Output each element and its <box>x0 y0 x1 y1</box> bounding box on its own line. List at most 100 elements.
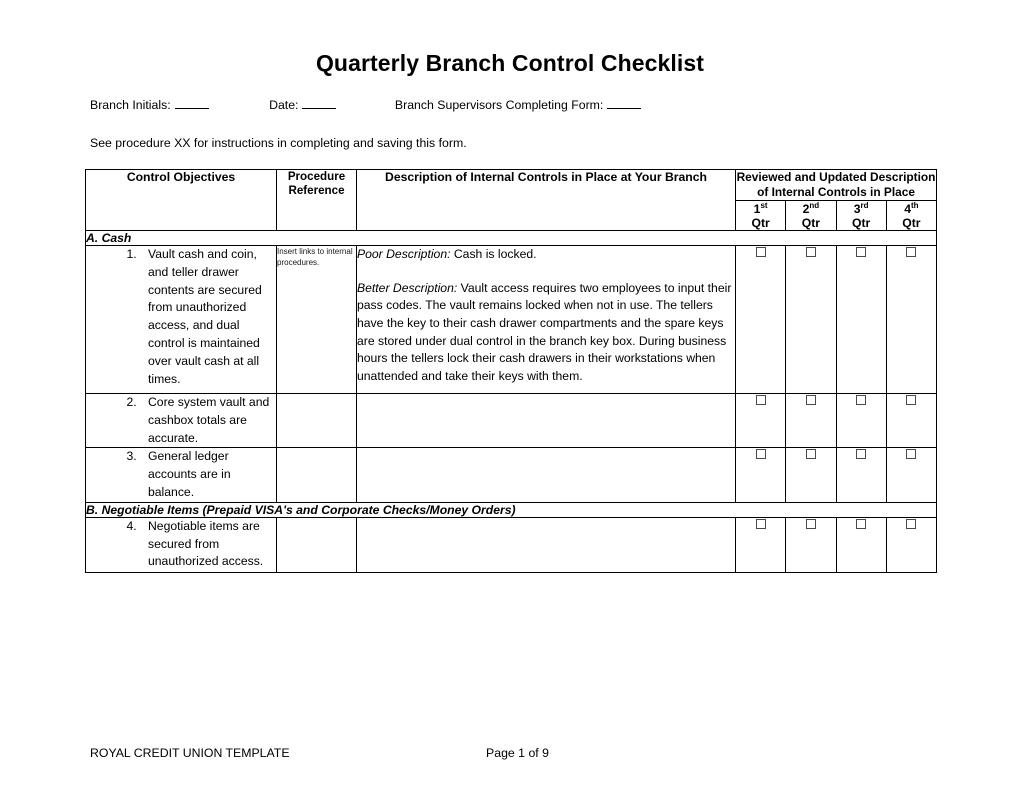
supervisors-group: Branch Supervisors Completing Form: <box>394 97 642 112</box>
poor-description-text: Cash is locked. <box>450 246 537 261</box>
date-input[interactable] <box>302 97 337 109</box>
cell-quarter-2[interactable] <box>785 516 837 573</box>
checkbox-icon[interactable] <box>755 246 766 257</box>
table-row: Negotiable items are secured from unauth… <box>85 516 938 573</box>
description-poor-paragraph: Poor Description: Cash is locked. <box>357 246 735 264</box>
cell-description[interactable] <box>356 392 736 449</box>
cell-quarter-1[interactable] <box>734 392 787 449</box>
cell-description[interactable] <box>356 516 736 573</box>
branch-initials-input[interactable] <box>174 97 209 109</box>
checklist-table: Control Objectives Procedure Reference D… <box>84 169 938 573</box>
cell-quarter-4[interactable] <box>885 516 938 573</box>
cell-procedure-reference[interactable] <box>276 392 357 449</box>
objective-text: Vault cash and coin, and teller drawer c… <box>140 246 276 389</box>
document-page: Quarterly Branch Control Checklist Branc… <box>0 0 1020 788</box>
checkbox-icon[interactable] <box>906 246 917 257</box>
checkbox-icon[interactable] <box>856 449 867 460</box>
cell-description[interactable]: Poor Description: Cash is locked. Better… <box>356 244 736 394</box>
section-row-b: B. Negotiable Items (Prepaid VISA's and … <box>84 501 938 518</box>
cell-quarter-3[interactable] <box>835 516 887 573</box>
cell-procedure-reference[interactable] <box>276 447 357 503</box>
cell-quarter-1[interactable] <box>734 516 787 573</box>
quarter-2-suffix: nd <box>809 200 820 210</box>
instruction-text: See procedure XX for instructions in com… <box>90 136 467 150</box>
cell-quarter-4[interactable] <box>885 244 938 394</box>
quarter-3-ordinal: 3 <box>853 201 861 216</box>
checkbox-icon[interactable] <box>856 246 867 257</box>
date-group: Date: <box>269 97 337 112</box>
checkbox-icon[interactable] <box>755 394 766 405</box>
cell-control-objective: General ledger accounts are in balance. <box>85 447 277 503</box>
checkbox-icon[interactable] <box>805 394 816 405</box>
description-spacer <box>357 264 735 280</box>
cell-quarter-3[interactable] <box>835 392 887 449</box>
table-row: General ledger accounts are in balance. <box>85 447 938 503</box>
cell-quarter-3[interactable] <box>835 244 887 394</box>
form-meta-line: Branch Initials: Date: Branch Supervisor… <box>90 97 950 112</box>
cell-procedure-reference[interactable] <box>276 516 357 573</box>
cell-quarter-2[interactable] <box>785 447 837 503</box>
section-label-b: B. Negotiable Items (Prepaid VISA's and … <box>84 501 938 518</box>
checkbox-icon[interactable] <box>906 394 917 405</box>
quarter-4-unit: Qtr <box>902 215 921 230</box>
cell-control-objective: Negotiable items are secured from unauth… <box>85 516 277 573</box>
header-quarter-3: 3rd Qtr <box>835 199 887 231</box>
checkbox-icon[interactable] <box>755 449 766 460</box>
header-procedure-reference: Procedure Reference <box>276 169 357 231</box>
supervisors-input[interactable] <box>607 97 642 109</box>
poor-description-label: Poor Description: <box>357 246 451 261</box>
objective-text: Core system vault and cashbox totals are… <box>140 394 276 447</box>
objective-text: Negotiable items are secured from unauth… <box>140 518 276 571</box>
cell-description[interactable] <box>356 447 736 503</box>
section-label-a: A. Cash <box>84 229 938 246</box>
cell-quarter-2[interactable] <box>785 392 837 449</box>
page-title: Quarterly Branch Control Checklist <box>315 50 705 76</box>
table-header-row-main: Control Objectives Procedure Reference D… <box>85 169 938 231</box>
footer-page-number: Page 1 of 9 <box>486 746 549 760</box>
quarter-4-suffix: th <box>911 200 919 210</box>
checkbox-icon[interactable] <box>856 394 867 405</box>
date-label: Date: <box>269 98 299 112</box>
checkbox-icon[interactable] <box>906 518 917 529</box>
cell-quarter-2[interactable] <box>785 244 837 394</box>
quarter-3-suffix: rd <box>860 200 869 210</box>
objective-text: General ledger accounts are in balance. <box>140 448 276 501</box>
table-row: Core system vault and cashbox totals are… <box>85 392 938 449</box>
checkbox-icon[interactable] <box>906 449 917 460</box>
checkbox-icon[interactable] <box>856 518 867 529</box>
cell-quarter-1[interactable] <box>734 244 787 394</box>
cell-quarter-1[interactable] <box>734 447 787 503</box>
checkbox-icon[interactable] <box>805 246 816 257</box>
cell-quarter-4[interactable] <box>885 447 938 503</box>
quarter-4-ordinal: 4 <box>904 201 911 216</box>
quarter-3-unit: Qtr <box>851 215 871 230</box>
branch-initials-group: Branch Initials: <box>90 97 209 112</box>
header-reviewed-group: Reviewed and Updated Description of Inte… <box>734 169 938 201</box>
header-quarter-1: 1st Qtr <box>734 199 787 231</box>
supervisors-label: Branch Supervisors Completing Form: <box>394 98 604 112</box>
quarter-1-unit: Qtr <box>751 215 770 230</box>
checklist-table-wrapper: Control Objectives Procedure Reference D… <box>84 169 938 573</box>
description-better-paragraph: Better Description: Vault access require… <box>357 280 735 386</box>
header-control-objectives: Control Objectives <box>85 169 277 231</box>
cell-control-objective: Core system vault and cashbox totals are… <box>85 392 277 449</box>
checkbox-icon[interactable] <box>755 518 766 529</box>
cell-quarter-3[interactable] <box>835 447 887 503</box>
header-quarter-2: 2nd Qtr <box>785 199 837 231</box>
header-quarter-4: 4th Qtr <box>885 199 938 231</box>
better-description-label: Better Description: <box>357 280 458 295</box>
objective-list: Negotiable items are secured from unauth… <box>86 518 276 571</box>
section-row-a: A. Cash <box>84 229 938 246</box>
objective-list: Core system vault and cashbox totals are… <box>86 394 276 447</box>
header-description: Description of Internal Controls in Plac… <box>356 169 736 231</box>
cell-quarter-4[interactable] <box>885 392 938 449</box>
quarter-1-suffix: st <box>760 200 768 210</box>
checkbox-icon[interactable] <box>805 518 816 529</box>
quarter-2-unit: Qtr <box>801 215 821 230</box>
objective-list: General ledger accounts are in balance. <box>86 448 276 501</box>
checkbox-icon[interactable] <box>805 449 816 460</box>
cell-procedure-reference[interactable]: Insert links to internal procedures. <box>276 244 357 394</box>
branch-initials-label: Branch Initials: <box>90 98 171 112</box>
table-row: Vault cash and coin, and teller drawer c… <box>85 244 938 394</box>
better-description-text: Vault access requires two employees to i… <box>357 280 732 383</box>
